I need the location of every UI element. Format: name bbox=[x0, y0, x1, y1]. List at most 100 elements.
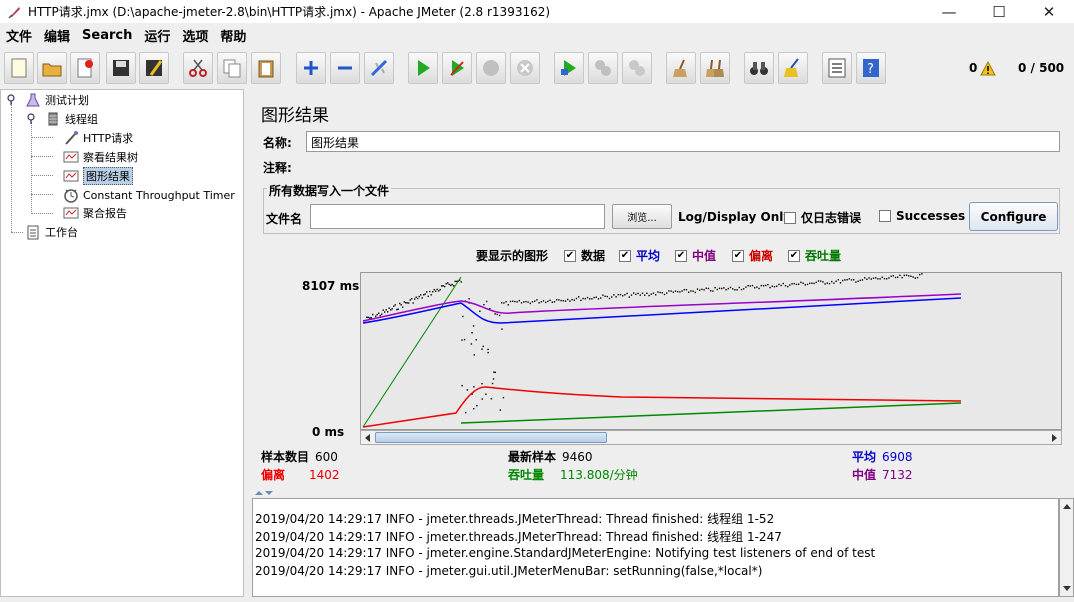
log-display-label: Log/Display Only: bbox=[678, 210, 796, 224]
data-point bbox=[615, 296, 617, 298]
log-panel[interactable]: 2019/04/20 14:29:17 INFO - jmeter.thread… bbox=[252, 498, 1059, 597]
data-point bbox=[809, 282, 811, 285]
collapse-all-button[interactable] bbox=[330, 52, 360, 84]
remote-shutdown-button[interactable] bbox=[622, 52, 652, 84]
data-point bbox=[604, 295, 606, 298]
tree-label: 工作台 bbox=[45, 226, 78, 239]
errors-only-checkbox[interactable]: 仅日志错误 bbox=[784, 209, 861, 226]
stat-latest-label: 最新样本 bbox=[508, 450, 557, 464]
start-no-pause-button[interactable] bbox=[442, 52, 472, 84]
data-point bbox=[897, 276, 899, 278]
data-point bbox=[690, 290, 692, 292]
data-point bbox=[633, 292, 635, 294]
expand-toggle-icon[interactable] bbox=[5, 92, 21, 108]
check-icon[interactable]: ✔ bbox=[732, 249, 744, 262]
data-point bbox=[558, 299, 560, 301]
data-point bbox=[848, 278, 850, 280]
paste-button[interactable] bbox=[251, 52, 281, 84]
graph-option-average[interactable]: ✔ 平均 bbox=[619, 247, 660, 264]
tree-node-http-request[interactable]: HTTP请求 bbox=[63, 129, 133, 147]
tree-node-graph-results[interactable]: 图形结果 bbox=[63, 167, 133, 185]
scroll-left-arrow-icon[interactable] bbox=[363, 433, 373, 443]
minimize-button[interactable]: — bbox=[924, 0, 974, 23]
tree-node-thread-group[interactable]: 线程组 bbox=[25, 110, 98, 128]
warning-icon[interactable] bbox=[980, 61, 996, 76]
menu-options[interactable]: 选项 bbox=[176, 26, 214, 45]
clear-all-button[interactable] bbox=[700, 52, 730, 84]
search-button[interactable] bbox=[744, 52, 774, 84]
close-file-button[interactable] bbox=[70, 52, 100, 84]
toggle-button[interactable] bbox=[364, 52, 394, 84]
split-collapse-arrows-icon[interactable] bbox=[254, 489, 274, 497]
graph-option-deviation[interactable]: ✔ 偏离 bbox=[732, 247, 773, 264]
filename-field[interactable] bbox=[310, 204, 605, 229]
name-field[interactable]: 图形结果 bbox=[306, 131, 1060, 152]
shutdown-button[interactable] bbox=[510, 52, 540, 84]
clear-button[interactable] bbox=[666, 52, 696, 84]
tree-label: 线程组 bbox=[65, 113, 98, 126]
start-button[interactable] bbox=[408, 52, 438, 84]
function-helper-button[interactable] bbox=[822, 52, 852, 84]
checkbox-box[interactable] bbox=[879, 210, 891, 222]
successes-checkbox[interactable]: Successes bbox=[879, 209, 965, 223]
new-button[interactable] bbox=[4, 52, 34, 84]
comment-field[interactable] bbox=[306, 155, 1060, 176]
menu-help[interactable]: 帮助 bbox=[214, 26, 252, 45]
close-button[interactable]: ✕ bbox=[1024, 0, 1074, 23]
copy-button[interactable] bbox=[217, 52, 247, 84]
tree-node-view-results-tree[interactable]: 察看结果树 bbox=[63, 148, 138, 166]
graph-option-data[interactable]: ✔ 数据 bbox=[564, 247, 605, 264]
tree-node-test-plan[interactable]: 测试计划 bbox=[5, 91, 89, 109]
menu-run[interactable]: 运行 bbox=[138, 26, 176, 45]
check-icon[interactable]: ✔ bbox=[788, 249, 800, 262]
reset-search-button[interactable] bbox=[778, 52, 808, 84]
checkbox-box[interactable] bbox=[784, 211, 796, 224]
data-point bbox=[527, 301, 529, 303]
tree-node-constant-throughput-timer[interactable]: Constant Throughput Timer bbox=[63, 186, 235, 204]
remote-stop-button[interactable] bbox=[588, 52, 618, 84]
check-icon[interactable]: ✔ bbox=[619, 249, 631, 262]
listener-chart-icon bbox=[63, 168, 79, 184]
expand-all-button[interactable] bbox=[296, 52, 326, 84]
maximize-button[interactable]: ☐ bbox=[974, 0, 1024, 23]
data-point bbox=[738, 286, 740, 289]
tree-node-workbench[interactable]: 工作台 bbox=[25, 223, 78, 241]
save-as-button[interactable] bbox=[139, 52, 169, 84]
scroll-down-arrow-icon[interactable] bbox=[1062, 585, 1072, 593]
stat-latest-value: 9460 bbox=[562, 450, 593, 464]
check-icon[interactable]: ✔ bbox=[675, 249, 687, 262]
stop-button[interactable] bbox=[476, 52, 506, 84]
data-point bbox=[663, 293, 666, 296]
data-point bbox=[844, 279, 846, 281]
menu-file[interactable]: 文件 bbox=[0, 26, 38, 45]
scroll-right-arrow-icon[interactable] bbox=[1049, 433, 1059, 443]
menu-edit[interactable]: 编辑 bbox=[38, 26, 76, 45]
help-button[interactable]: ? bbox=[856, 52, 886, 84]
expand-toggle-icon[interactable] bbox=[25, 111, 41, 127]
data-point bbox=[435, 290, 437, 292]
data-point bbox=[756, 286, 758, 288]
scroll-up-arrow-icon[interactable] bbox=[1062, 502, 1072, 510]
scroll-thumb[interactable] bbox=[375, 432, 607, 443]
sampler-pipette-icon bbox=[63, 130, 79, 146]
browse-button[interactable]: 浏览... bbox=[612, 204, 672, 229]
graph-horizontal-scrollbar[interactable] bbox=[360, 430, 1062, 445]
data-series-dots bbox=[363, 273, 923, 414]
data-point bbox=[833, 282, 835, 284]
save-button[interactable] bbox=[106, 52, 136, 84]
menu-search[interactable]: Search bbox=[76, 28, 138, 43]
log-vertical-scrollbar[interactable] bbox=[1059, 498, 1074, 597]
tree-node-aggregate-report[interactable]: 聚合报告 bbox=[63, 204, 127, 222]
graph-option-median[interactable]: ✔ 中值 bbox=[675, 247, 716, 264]
templates-button[interactable] bbox=[37, 52, 67, 84]
remote-start-button[interactable] bbox=[554, 52, 584, 84]
graph-option-throughput[interactable]: ✔ 吞吐量 bbox=[788, 247, 841, 264]
cut-button[interactable] bbox=[183, 52, 213, 84]
data-point bbox=[584, 298, 586, 300]
check-icon[interactable]: ✔ bbox=[564, 249, 576, 262]
data-point bbox=[490, 398, 493, 400]
configure-button[interactable]: Configure bbox=[969, 202, 1058, 231]
vertical-splitter[interactable] bbox=[244, 89, 252, 597]
data-point bbox=[536, 299, 538, 301]
data-point bbox=[378, 312, 380, 314]
